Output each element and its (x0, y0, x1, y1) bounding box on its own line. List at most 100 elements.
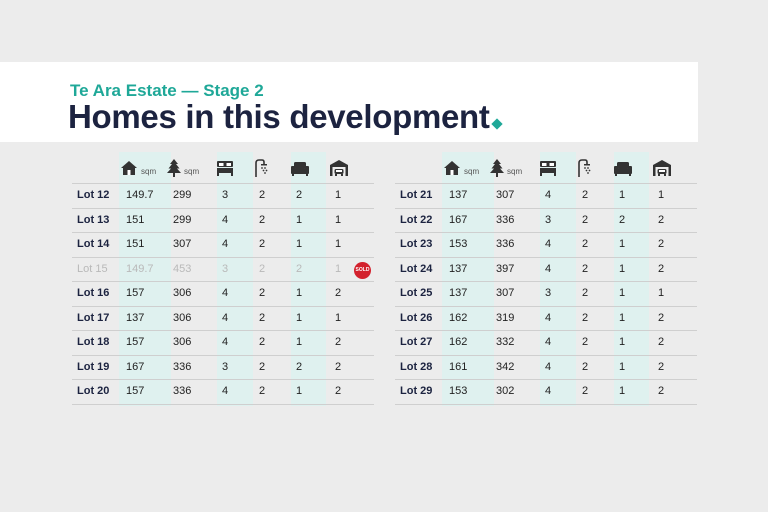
cell-garage: 1 (658, 287, 665, 299)
cell-land: 299 (173, 213, 192, 226)
cell-lot: Lot 17 (77, 311, 110, 324)
cell-garage: 2 (335, 385, 342, 397)
table-row[interactable]: Lot 14 151 307 4 2 1 1 (72, 232, 374, 257)
cell-lot: Lot 14 (77, 238, 110, 250)
cell-floor: 167 (449, 213, 468, 226)
house-icon (443, 160, 461, 176)
cell-bath: 2 (582, 287, 589, 299)
page-header: Te Ara Estate — Stage 2 Homes in this de… (0, 62, 698, 142)
cell-bed: 4 (222, 311, 229, 324)
cell-land: 336 (496, 238, 515, 250)
cell-bed: 3 (222, 189, 229, 201)
cell-bath: 2 (259, 287, 266, 299)
cell-lot: Lot 13 (77, 213, 110, 226)
cell-bath: 2 (259, 385, 266, 397)
cell-lot: Lot 15 (77, 262, 108, 275)
table-row[interactable]: Lot 20 157 336 4 2 1 2 (72, 379, 374, 405)
cell-bed: 3 (545, 287, 552, 299)
column-header-bed (539, 156, 557, 180)
column-header-garage (652, 156, 672, 180)
column-header-floor: sqm (120, 156, 156, 180)
table-row[interactable]: Lot 12 149.7 299 3 2 2 1 (72, 183, 374, 208)
cell-land: 307 (496, 189, 515, 201)
table-row[interactable]: Lot 25 137 307 3 2 1 1 (395, 281, 697, 306)
table-row[interactable]: Lot 19 167 336 3 2 2 2 (72, 354, 374, 380)
tree-icon (490, 159, 504, 177)
table-row[interactable]: Lot 16 157 306 4 2 1 2 (72, 281, 374, 306)
cell-garage: 2 (658, 262, 665, 275)
cell-land: 336 (173, 360, 192, 373)
table-row[interactable]: Lot 18 157 306 4 2 1 2 (72, 330, 374, 355)
cell-bath: 2 (582, 336, 589, 348)
garage-icon (329, 159, 349, 177)
table-row[interactable]: Lot 27 162 332 4 2 1 2 (395, 330, 697, 355)
table-row[interactable]: Lot 29 153 302 4 2 1 2 (395, 379, 697, 405)
cell-land: 307 (496, 287, 515, 299)
cell-lot: Lot 25 (400, 287, 433, 299)
garage-icon (652, 159, 672, 177)
cell-living: 1 (296, 311, 303, 324)
table-row[interactable]: Lot 17 137 306 4 2 1 1 (72, 305, 374, 331)
cell-floor: 153 (449, 238, 468, 250)
cell-land: 342 (496, 360, 515, 373)
cell-land: 306 (173, 287, 192, 299)
cell-lot: Lot 18 (77, 336, 110, 348)
cell-floor: 137 (449, 189, 468, 201)
column-header-living (290, 156, 310, 180)
table-row[interactable]: Lot 22 167 336 3 2 2 2 (395, 207, 697, 233)
cell-bed: 3 (545, 213, 552, 226)
cell-bath: 2 (259, 213, 266, 226)
cell-bed: 4 (545, 238, 552, 250)
bed-icon (539, 160, 557, 176)
table-row[interactable]: Lot 24 137 397 4 2 1 2 (395, 256, 697, 282)
cell-bath: 2 (259, 238, 266, 250)
cell-garage: 2 (658, 311, 665, 324)
table-row[interactable]: Lot 23 153 336 4 2 1 2 (395, 232, 697, 257)
cell-lot: Lot 23 (400, 238, 433, 250)
cell-garage: 2 (658, 238, 665, 250)
cell-lot: Lot 26 (400, 311, 433, 324)
cell-lot: Lot 19 (77, 360, 110, 373)
table-row[interactable]: Lot 13 151 299 4 2 1 1 (72, 207, 374, 233)
table-row[interactable]: Lot 26 162 319 4 2 1 2 (395, 305, 697, 331)
column-header-living (613, 156, 633, 180)
cell-floor: 137 (449, 262, 468, 275)
cell-bed: 4 (222, 336, 229, 348)
cell-living: 1 (296, 385, 303, 397)
cell-floor: 149.7 (126, 262, 154, 275)
cell-bed: 3 (222, 262, 229, 275)
cell-bed: 4 (222, 213, 229, 226)
cell-living: 1 (296, 287, 303, 299)
sold-badge: SOLD (354, 261, 371, 279)
table-row[interactable]: Lot 21 137 307 4 2 1 1 (395, 183, 697, 208)
cell-lot: Lot 16 (77, 287, 110, 299)
cell-bath: 2 (582, 385, 589, 397)
cell-floor: 157 (126, 287, 145, 299)
cell-lot: Lot 24 (400, 262, 433, 275)
cell-bath: 2 (582, 213, 589, 226)
cell-floor: 151 (126, 213, 145, 226)
table-row[interactable]: Lot 15 149.7 453 3 2 2 1 SOLD (72, 256, 374, 282)
cell-land: 307 (173, 238, 192, 250)
cell-floor: 162 (449, 311, 468, 324)
shower-icon (576, 159, 594, 177)
cell-living: 2 (296, 360, 303, 373)
cell-floor: 157 (126, 336, 145, 348)
column-header-land: sqm (167, 156, 199, 180)
cell-lot: Lot 28 (400, 360, 433, 373)
cell-garage: 2 (658, 360, 665, 373)
cell-living: 1 (619, 385, 626, 397)
column-header-bath (576, 156, 594, 180)
table-row[interactable]: Lot 28 161 342 4 2 1 2 (395, 354, 697, 380)
cell-living: 1 (296, 238, 303, 250)
unit-label: sqm (507, 166, 523, 176)
cell-living: 1 (619, 262, 626, 275)
cell-bath: 2 (259, 360, 266, 373)
cell-living: 2 (619, 213, 626, 226)
cell-garage: 1 (658, 189, 665, 201)
cell-lot: Lot 22 (400, 213, 433, 226)
cell-living: 2 (296, 189, 303, 201)
shower-icon (253, 159, 271, 177)
unit-label: sqm (464, 166, 480, 176)
cell-bed: 4 (545, 189, 552, 201)
